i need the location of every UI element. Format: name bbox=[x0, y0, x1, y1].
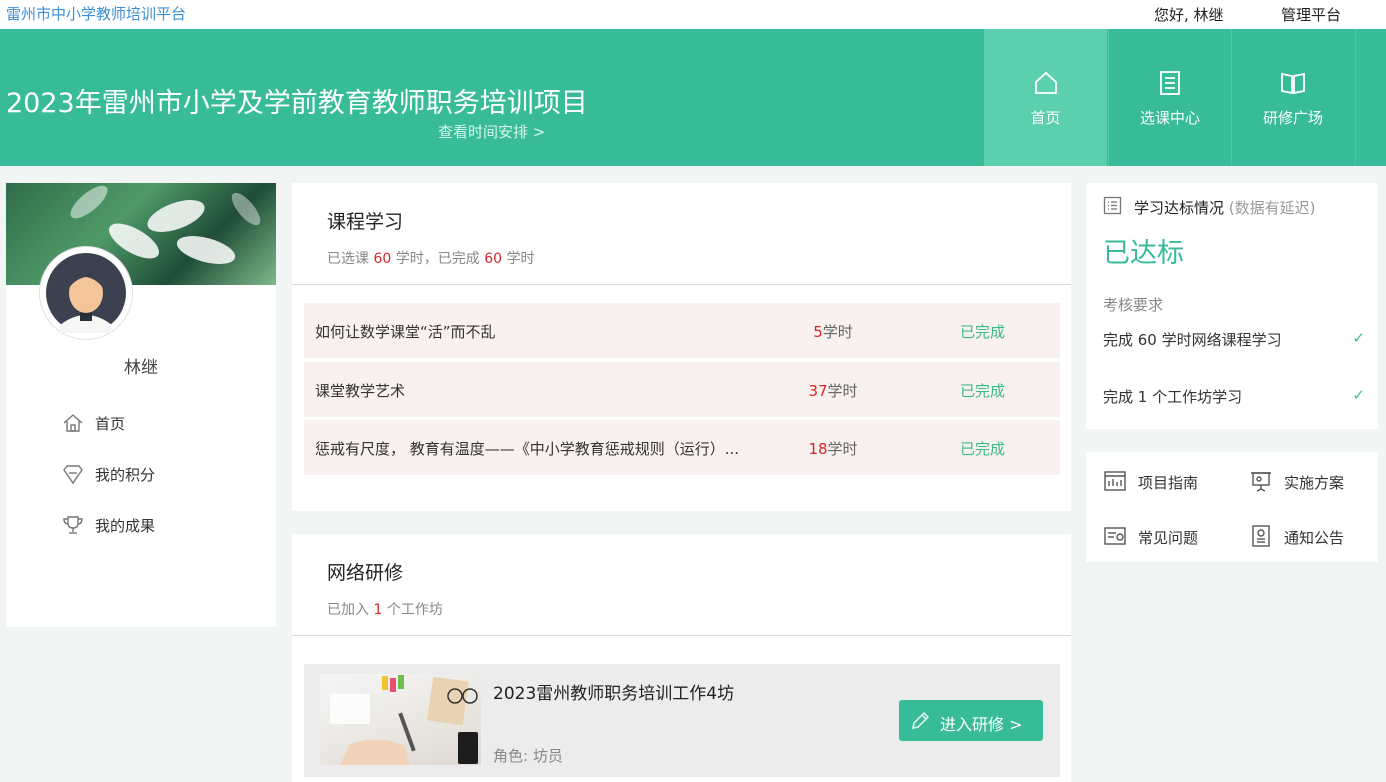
course-name: 如何让数学课堂“活”而不乱 bbox=[315, 323, 496, 341]
profile-menu-points[interactable]: 我的积分 bbox=[62, 461, 242, 489]
nav-divider bbox=[1355, 29, 1356, 166]
user-greeting[interactable]: 您好, 林继 bbox=[1154, 4, 1224, 25]
course-row[interactable]: 课堂教学艺术 37学时 已完成 bbox=[304, 362, 1060, 417]
top-bar: 雷州市中小学教师培训平台 您好, 林继 管理平台 bbox=[0, 0, 1386, 29]
avatar[interactable] bbox=[40, 247, 132, 339]
profile-name: 林继 bbox=[124, 358, 158, 378]
selected-hours: 60 bbox=[373, 251, 392, 267]
workshop-thumbnail bbox=[320, 674, 481, 765]
completed-hours: 60 bbox=[484, 251, 503, 267]
study-status-heading: 学习达标情况 (数据有延迟) bbox=[1134, 199, 1316, 217]
course-study-card: 课程学习 已选课 60 学时，已完成 60 学时 如何让数学课堂“活”而不乱 5… bbox=[292, 183, 1071, 511]
link-label: 项目指南 bbox=[1138, 474, 1199, 492]
requirement-item: 完成 60 学时网络课程学习 ✓ bbox=[1103, 329, 1365, 349]
study-status-card: 学习达标情况 (数据有延迟) 已达标 考核要求 完成 60 学时网络课程学习 ✓… bbox=[1086, 183, 1378, 429]
link-label: 实施方案 bbox=[1284, 474, 1345, 492]
nav-label: 研修广场 bbox=[1262, 109, 1323, 127]
course-hours: 5学时 bbox=[813, 323, 853, 341]
requirements-label: 考核要求 bbox=[1103, 296, 1164, 314]
profile-menu-home[interactable]: 首页 bbox=[62, 410, 242, 438]
workshop-row: 2023雷州教师职务培训工作4坊 角色: 坊员 进入研修 > bbox=[304, 664, 1060, 777]
admin-platform-link[interactable]: 管理平台 bbox=[1281, 4, 1341, 25]
profile-card: 林继 首页 我的积分 我的成果 bbox=[6, 183, 276, 627]
enter-study-button[interactable]: 进入研修 > bbox=[899, 700, 1043, 741]
link-project-guide[interactable]: 项目指南 bbox=[1103, 469, 1233, 495]
link-implementation-plan[interactable]: 实施方案 bbox=[1249, 469, 1379, 495]
course-hours: 37学时 bbox=[808, 382, 858, 400]
avatar-icon bbox=[46, 253, 126, 333]
quick-links-card: 项目指南 实施方案 常见问题 通知公告 bbox=[1086, 452, 1378, 562]
nav-label: 首页 bbox=[1030, 109, 1061, 127]
study-status-value: 已达标 bbox=[1103, 238, 1184, 269]
workshop-role: 角色: 坊员 bbox=[493, 747, 563, 765]
schedule-link[interactable]: 查看时间安排 > bbox=[438, 121, 545, 142]
course-study-title: 课程学习 bbox=[327, 211, 404, 233]
nav-home[interactable]: 首页 bbox=[984, 29, 1107, 166]
enter-study-label: 进入研修 > bbox=[940, 715, 1023, 734]
course-status: 已完成 bbox=[960, 382, 1006, 400]
link-faq[interactable]: 常见问题 bbox=[1103, 524, 1233, 550]
notice-icon bbox=[1252, 525, 1270, 547]
online-study-summary: 已加入 1 个工作坊 bbox=[327, 602, 443, 618]
trophy-icon bbox=[63, 516, 83, 534]
link-label: 常见问题 bbox=[1138, 529, 1199, 547]
profile-menu-achievements[interactable]: 我的成果 bbox=[62, 512, 242, 540]
menu-label: 我的积分 bbox=[95, 466, 156, 484]
project-title: 2023年雷州市小学及学前教育教师职务培训项目 bbox=[6, 88, 588, 119]
list-icon bbox=[1103, 196, 1122, 215]
menu-label: 我的成果 bbox=[95, 517, 156, 535]
course-row[interactable]: 惩戒有尺度， 教育有温度——《中小学教育惩戒规则（运行）... 18学时 已完成 bbox=[304, 420, 1060, 475]
points-icon bbox=[63, 465, 83, 485]
link-notice[interactable]: 通知公告 bbox=[1249, 524, 1379, 550]
course-hours: 18学时 bbox=[808, 440, 858, 458]
online-study-title: 网络研修 bbox=[327, 562, 404, 584]
pencil-icon bbox=[912, 711, 930, 729]
course-status: 已完成 bbox=[960, 323, 1006, 341]
faq-icon bbox=[1104, 527, 1126, 545]
requirement-item: 完成 1 个工作坊学习 ✓ bbox=[1103, 386, 1365, 406]
home-icon bbox=[63, 414, 83, 432]
document-icon bbox=[1160, 71, 1180, 95]
link-label: 通知公告 bbox=[1284, 529, 1345, 547]
guide-icon bbox=[1104, 471, 1126, 491]
course-status: 已完成 bbox=[960, 440, 1006, 458]
check-icon: ✓ bbox=[1352, 386, 1365, 404]
course-name: 课堂教学艺术 bbox=[315, 382, 406, 400]
course-study-summary: 已选课 60 学时，已完成 60 学时 bbox=[327, 251, 535, 267]
workshop-count: 1 bbox=[373, 602, 383, 618]
book-icon bbox=[1281, 72, 1305, 95]
menu-label: 首页 bbox=[95, 415, 126, 433]
divider bbox=[292, 635, 1071, 636]
online-study-card: 网络研修 已加入 1 个工作坊 2023雷州教师职务培训工作4坊 角色: 坊员 bbox=[292, 534, 1071, 782]
divider bbox=[292, 284, 1071, 285]
course-row[interactable]: 如何让数学课堂“活”而不乱 5学时 已完成 bbox=[304, 303, 1060, 358]
site-name-link[interactable]: 雷州市中小学教师培训平台 bbox=[6, 3, 186, 24]
nav-label: 选课中心 bbox=[1139, 109, 1200, 127]
course-name: 惩戒有尺度， 教育有温度——《中小学教育惩戒规则（运行）... bbox=[315, 440, 740, 458]
workshop-name: 2023雷州教师职务培训工作4坊 bbox=[493, 684, 735, 704]
project-banner: 2023年雷州市小学及学前教育教师职务培训项目 查看时间安排 > 首页 选课中心… bbox=[0, 29, 1386, 166]
presentation-icon bbox=[1251, 472, 1271, 492]
nav-course-center[interactable]: 选课中心 bbox=[1108, 29, 1231, 166]
nav-study-square[interactable]: 研修广场 bbox=[1231, 29, 1354, 166]
home-icon bbox=[1034, 71, 1057, 94]
check-icon: ✓ bbox=[1352, 329, 1365, 347]
